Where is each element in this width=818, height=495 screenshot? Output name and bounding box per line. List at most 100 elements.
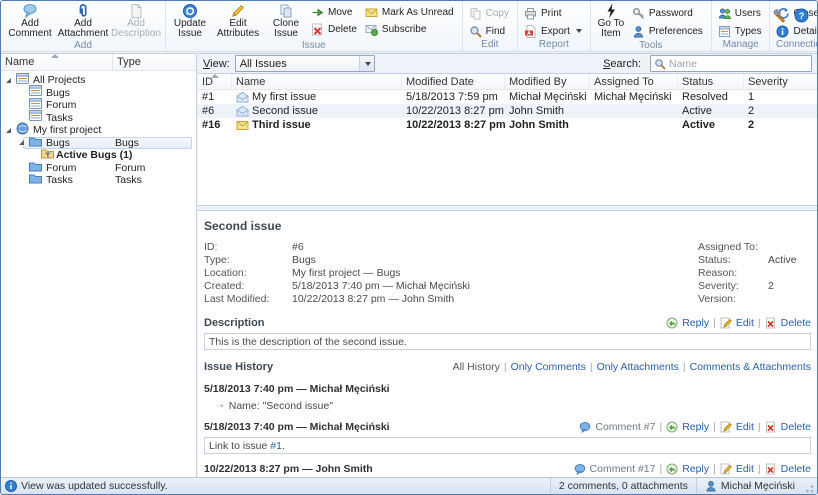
copy-icon xyxy=(469,7,482,20)
issue-status: Active xyxy=(678,118,744,132)
expander-icon[interactable] xyxy=(19,140,24,145)
issue-row-3-unread[interactable]: #16 Third issue 10/22/2013 8:27 pm John … xyxy=(198,118,817,132)
comment-bubble-icon xyxy=(579,421,591,433)
details-button[interactable]: Details xyxy=(773,23,818,39)
search-label: Search: xyxy=(603,58,641,70)
column-modified-by[interactable]: Modified By xyxy=(505,74,590,90)
column-modified-date[interactable]: Modified Date xyxy=(402,74,505,90)
issue-modified-by: John Smith xyxy=(505,104,590,118)
column-name-label: Name xyxy=(236,76,265,88)
types-button[interactable]: Types xyxy=(715,23,767,39)
search-input[interactable] xyxy=(669,58,808,70)
issue-status: Active xyxy=(678,104,744,118)
move-arrow-icon xyxy=(311,6,324,19)
issue-assigned-to xyxy=(590,104,678,118)
issue-name: Third issue xyxy=(252,119,311,131)
reason-label: Reason: xyxy=(698,267,768,280)
edit-attributes-button[interactable]: Edit Attributes xyxy=(212,2,264,40)
toolbar-group-add: Add Comment Add Attachment Add Descripti… xyxy=(1,1,166,51)
comment-reply-link[interactable]: Reply xyxy=(682,463,709,475)
severity-value: 2 xyxy=(768,280,774,293)
tree-item-active-bugs[interactable]: Active Bugs (1) xyxy=(1,149,196,162)
comment-number: Comment #17 xyxy=(590,463,656,475)
comment-delete-link[interactable]: Delete xyxy=(781,421,811,433)
tools-wrench-button[interactable] xyxy=(772,8,787,23)
users-button[interactable]: Users xyxy=(715,5,767,21)
column-id[interactable]: ID xyxy=(198,74,232,90)
issue-attributes: ID:#6 Type:Bugs Location:My first projec… xyxy=(204,241,811,306)
tree-item-tasks-global[interactable]: Tasks xyxy=(1,112,196,125)
comment-number: Comment #7 xyxy=(595,421,655,433)
view-combobox[interactable]: All Issues xyxy=(235,55,375,72)
comment-edit-link[interactable]: Edit xyxy=(736,463,754,475)
add-attachment-button[interactable]: Add Attachment xyxy=(57,2,109,40)
sidebar-column-type[interactable]: Type xyxy=(113,54,145,70)
combobox-dropdown-button[interactable] xyxy=(359,56,374,71)
export-button[interactable]: Export xyxy=(521,23,587,39)
tree-item-forum[interactable]: Forum Forum xyxy=(1,162,196,175)
issue-modified-by: John Smith xyxy=(505,118,590,132)
location-label: Location: xyxy=(204,267,292,280)
column-name[interactable]: Name xyxy=(232,74,402,90)
issue-severity: 2 xyxy=(744,118,817,132)
help-button[interactable]: ? xyxy=(794,8,809,23)
resize-grip[interactable] xyxy=(803,482,815,494)
column-assigned-to-label: Assigned To xyxy=(594,76,654,88)
tree-item-label: Tasks xyxy=(46,112,73,124)
export-pdf-icon xyxy=(524,25,537,38)
filter-comments-attachments[interactable]: Comments & Attachments xyxy=(690,361,811,373)
filter-only-attachments[interactable]: Only Attachments xyxy=(597,361,679,373)
tree-item-my-first-project[interactable]: My first project xyxy=(1,124,196,137)
add-comment-button[interactable]: Add Comment xyxy=(4,2,56,40)
issue-1-link[interactable]: #1 xyxy=(270,440,282,452)
column-severity[interactable]: Severity xyxy=(744,74,817,90)
update-issue-button[interactable]: Update Issue xyxy=(169,2,211,40)
sidebar-column-name[interactable]: Name xyxy=(1,54,113,70)
delete-label: Delete xyxy=(328,24,357,35)
counts-text: 2 comments, 0 attachments xyxy=(559,480,688,492)
description-heading: Description xyxy=(204,317,265,329)
description-edit-link[interactable]: Edit xyxy=(736,317,754,329)
issue-id: #16 xyxy=(198,118,232,132)
location-value: My first project — Bugs xyxy=(292,267,401,280)
delete-button[interactable]: Delete xyxy=(308,21,362,37)
comment-reply-link[interactable]: Reply xyxy=(682,421,709,433)
filter-only-comments[interactable]: Only Comments xyxy=(511,361,586,373)
preferences-button[interactable]: Preferences xyxy=(629,23,708,39)
expander-icon[interactable] xyxy=(6,78,11,83)
delete-x-icon xyxy=(311,23,324,36)
clone-icon xyxy=(278,3,294,19)
expander-icon[interactable] xyxy=(6,128,11,133)
comment-delete-link[interactable]: Delete xyxy=(781,463,811,475)
projects-tree: All Projects Bugs Forum Tasks My first p… xyxy=(1,71,196,187)
description-reply-link[interactable]: Reply xyxy=(682,317,709,329)
paperclip-icon xyxy=(75,3,91,19)
print-button[interactable]: Print xyxy=(521,5,587,21)
clone-issue-button[interactable]: Clone Issue xyxy=(265,2,307,40)
find-button[interactable]: Find xyxy=(466,23,514,39)
issue-row-2-selected[interactable]: #6 Second issue 10/22/2013 8:27 pm John … xyxy=(198,104,817,118)
export-dropdown-arrow[interactable] xyxy=(576,29,582,33)
history-section-header: Issue History All History| Only Comments… xyxy=(204,360,811,374)
refresh-icon xyxy=(182,3,198,19)
read-envelope-icon xyxy=(236,105,249,117)
move-button[interactable]: Move xyxy=(308,4,362,20)
issue-row-1[interactable]: #1 My first issue 5/18/2013 7:59 pm Mich… xyxy=(198,90,817,104)
status-message: View was updated successfully. xyxy=(21,480,168,492)
user-name: Michał Męciński xyxy=(721,480,795,492)
column-status[interactable]: Status xyxy=(678,74,744,90)
status-bar: View was updated successfully. 2 comment… xyxy=(1,477,817,494)
tree-item-tasks[interactable]: Tasks Tasks xyxy=(1,174,196,187)
description-delete-link[interactable]: Delete xyxy=(781,317,811,329)
tree-item-bugs-selected[interactable]: Bugs Bugs xyxy=(1,137,196,150)
subscribe-button[interactable]: Subscribe xyxy=(362,21,459,37)
last-modified-label: Last Modified: xyxy=(204,293,292,306)
tree-item-label: Bugs xyxy=(46,87,70,99)
column-assigned-to[interactable]: Assigned To xyxy=(590,74,678,90)
password-button[interactable]: Password xyxy=(629,5,708,21)
comment-edit-link[interactable]: Edit xyxy=(736,421,754,433)
filter-all-history[interactable]: All History xyxy=(453,361,500,373)
mark-as-unread-button[interactable]: Mark As Unread xyxy=(362,4,459,20)
go-to-item-button[interactable]: Go To Item xyxy=(594,2,628,40)
find-label: Find xyxy=(486,26,505,37)
